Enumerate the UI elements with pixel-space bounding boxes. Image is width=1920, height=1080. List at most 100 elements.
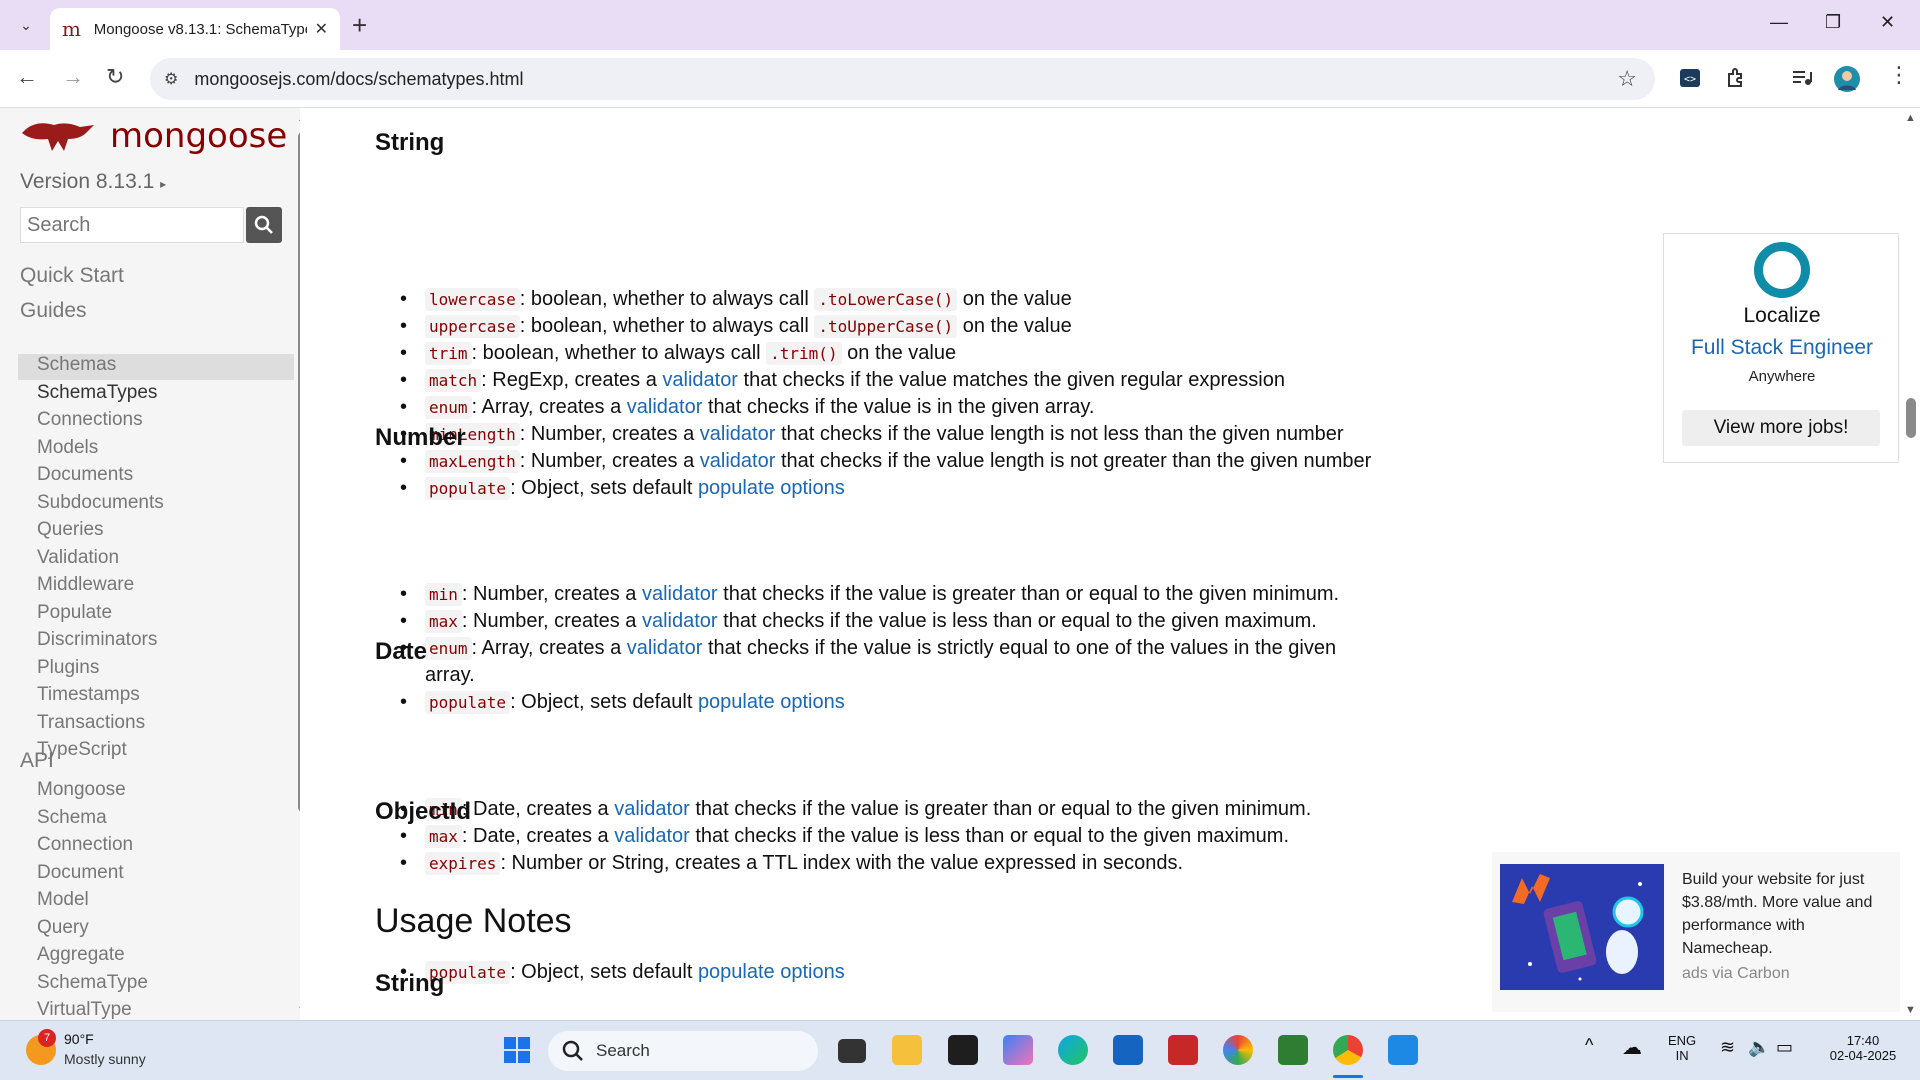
sidebar-item-api-schema[interactable]: Schema <box>37 807 107 829</box>
sidebar-item-schematypes[interactable]: SchemaTypes <box>37 382 157 404</box>
taskbar-search[interactable]: Search <box>548 1031 818 1071</box>
populate-options-link[interactable]: populate options <box>698 477 845 499</box>
sidebar-item-subdocuments[interactable]: Subdocuments <box>37 492 164 514</box>
populate-options-link[interactable]: populate options <box>698 691 845 713</box>
nav-quick-start[interactable]: Quick Start <box>20 264 124 288</box>
volume-icon[interactable]: 🔈 <box>1748 1037 1770 1058</box>
sidebar-item-api-aggregate[interactable]: Aggregate <box>37 944 125 966</box>
onedrive-cloud-icon[interactable]: ☁ <box>1622 1035 1642 1060</box>
sidebar-scroll-thumb[interactable] <box>298 132 300 812</box>
search-input[interactable] <box>20 207 244 243</box>
page-scroll-thumb[interactable] <box>1906 398 1916 438</box>
restore-button[interactable]: ❐ <box>1825 12 1841 33</box>
profile-avatar[interactable] <box>1834 66 1860 92</box>
sidebar-item-api-schematype[interactable]: SchemaType <box>37 972 148 994</box>
carbon-ad[interactable]: Build your website for just $3.88/mth. M… <box>1492 852 1900 1012</box>
nav-guides-heading[interactable]: Guides <box>20 299 87 323</box>
job-ad-card[interactable]: Localize Full Stack Engineer Anywhere Vi… <box>1663 233 1899 463</box>
namecheap-ad-image[interactable] <box>1500 864 1664 990</box>
clock[interactable]: 17:40 02-04-2025 <box>1818 1033 1908 1063</box>
forward-arrow-icon[interactable]: → <box>62 64 84 90</box>
sidebar-item-api-virtualtype[interactable]: VirtualType <box>37 999 132 1020</box>
sidebar-item-documents[interactable]: Documents <box>37 464 133 486</box>
wifi-icon[interactable]: ≋ <box>1720 1037 1735 1058</box>
sidebar-item-queries[interactable]: Queries <box>37 519 104 541</box>
search-button[interactable] <box>246 207 282 243</box>
sidebar-item-middleware[interactable]: Middleware <box>37 574 134 596</box>
weather-temp[interactable]: 90°F <box>64 1031 94 1047</box>
media-control-icon[interactable] <box>1790 66 1814 90</box>
sidebar-item-models[interactable]: Models <box>37 437 98 459</box>
sidebar-item-discriminators[interactable]: Discriminators <box>37 629 157 651</box>
sidebar-item-connections[interactable]: Connections <box>37 409 143 431</box>
option-description-tail: that checks if the value matches the giv… <box>737 369 1285 391</box>
sidebar-item-api-query[interactable]: Query <box>37 917 89 939</box>
new-tab-button[interactable]: + <box>352 10 367 41</box>
sidebar-item-plugins[interactable]: Plugins <box>37 657 99 679</box>
tray-overflow-chevron-icon[interactable]: ^ <box>1585 1035 1593 1056</box>
view-more-jobs-button[interactable]: View more jobs! <box>1682 410 1880 446</box>
sidebar-scroll-up-icon[interactable]: ▲ <box>297 112 300 124</box>
validator-link[interactable]: validator <box>627 637 703 659</box>
copilot-icon[interactable] <box>1003 1035 1033 1065</box>
sidebar-item-api-connection[interactable]: Connection <box>37 834 133 856</box>
sidebar-item-api-mongoose[interactable]: Mongoose <box>37 779 126 801</box>
sidebar-item-validation[interactable]: Validation <box>37 547 119 569</box>
tab-close-icon[interactable]: ✕ <box>315 19 328 39</box>
microsoft-store-icon[interactable] <box>1113 1035 1143 1065</box>
mcafee-icon[interactable] <box>1168 1035 1198 1065</box>
weather-description[interactable]: Mostly sunny <box>64 1051 146 1067</box>
sidebar-scroll-down-icon[interactable]: ▼ <box>297 1004 300 1016</box>
battery-icon[interactable]: ▭ <box>1776 1037 1793 1058</box>
validator-link[interactable]: validator <box>614 798 690 820</box>
sidebar-item-populate[interactable]: Populate <box>37 602 112 624</box>
close-window-button[interactable]: ✕ <box>1880 12 1895 33</box>
language-indicator[interactable]: ENG IN <box>1668 1033 1696 1063</box>
validator-link[interactable]: validator <box>700 450 776 472</box>
validator-link[interactable]: validator <box>627 396 703 418</box>
sidebar-item-transactions[interactable]: Transactions <box>37 712 145 734</box>
nav-api-heading[interactable]: API <box>20 749 54 773</box>
sidebar-item-schemas[interactable]: Schemas <box>37 354 116 376</box>
page-scroll-down-icon[interactable]: ▼ <box>1905 1004 1916 1016</box>
ad-text[interactable]: Build your website for just $3.88/mth. M… <box>1682 868 1892 960</box>
bookmark-star-icon[interactable]: ☆ <box>1617 66 1637 92</box>
minimize-button[interactable]: — <box>1770 12 1788 33</box>
windows-start-icon[interactable] <box>502 1035 532 1065</box>
option-code: expires <box>425 852 501 875</box>
browser-tab[interactable]: m Mongoose v8.13.1: SchemaTypes ✕ <box>50 8 340 50</box>
page-scrollbar[interactable] <box>1904 108 1920 1020</box>
url-text[interactable]: mongoosejs.com/docs/schematypes.html <box>194 69 523 90</box>
meet-icon[interactable] <box>1278 1035 1308 1065</box>
sidebar-item-api-model[interactable]: Model <box>37 889 89 911</box>
address-bar[interactable]: ⚙ mongoosejs.com/docs/schematypes.html ☆ <box>150 58 1655 100</box>
reload-icon[interactable]: ↻ <box>106 64 124 90</box>
extensions-puzzle-icon[interactable] <box>1724 66 1748 90</box>
edge-browser-icon[interactable] <box>1058 1035 1088 1065</box>
tab-search-chevron-icon[interactable]: ⌄ <box>10 10 42 40</box>
devtools-extension-icon[interactable]: <> <box>1678 66 1702 90</box>
ads-via-carbon-link[interactable]: ads via Carbon <box>1682 965 1790 983</box>
page-scroll-up-icon[interactable]: ▲ <box>1905 112 1916 124</box>
validator-link[interactable]: validator <box>642 610 718 632</box>
option-code: max <box>425 825 462 848</box>
job-title-link[interactable]: Full Stack Engineer <box>1664 336 1900 360</box>
validator-link[interactable]: validator <box>614 825 690 847</box>
file-explorer-icon[interactable] <box>892 1035 922 1065</box>
photos-icon[interactable] <box>1223 1035 1253 1065</box>
chrome-icon[interactable] <box>1333 1035 1363 1065</box>
validator-link[interactable]: validator <box>700 423 776 445</box>
sidebar-item-timestamps[interactable]: Timestamps <box>37 684 140 706</box>
validator-link[interactable]: validator <box>642 583 718 605</box>
version-selector[interactable]: Version 8.13.1 ▸ <box>20 170 166 194</box>
terminal-icon[interactable] <box>948 1035 978 1065</box>
validator-link[interactable]: validator <box>662 369 738 391</box>
populate-options-link[interactable]: populate options <box>698 961 845 983</box>
vscode-icon[interactable] <box>1388 1035 1418 1065</box>
task-view-icon[interactable] <box>838 1039 866 1063</box>
sidebar-item-api-document[interactable]: Document <box>37 862 124 884</box>
mongoose-logo[interactable]: mongoose <box>20 116 287 156</box>
browser-menu-icon[interactable]: ⋮ <box>1888 62 1910 88</box>
site-info-icon[interactable]: ⚙ <box>164 69 178 89</box>
back-arrow-icon[interactable]: ← <box>16 64 38 90</box>
